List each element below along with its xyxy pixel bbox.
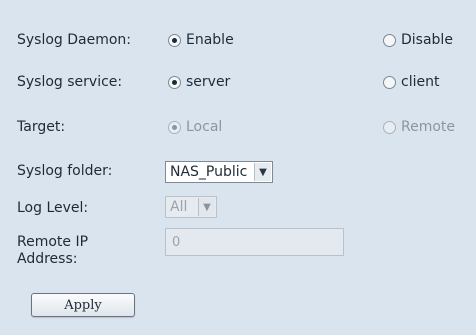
syslog-folder-label: Syslog folder: <box>17 163 113 179</box>
syslog-folder-select[interactable]: NAS_Public ▼ <box>165 161 273 183</box>
apply-button[interactable]: Apply <box>31 293 135 317</box>
syslog-service-client-label: client <box>401 74 440 90</box>
syslog-daemon-disable-label: Disable <box>401 32 453 48</box>
target-local-option[interactable]: Local <box>168 119 222 135</box>
log-level-select[interactable]: All ▼ <box>165 196 217 218</box>
target-remote-label: Remote <box>401 119 456 135</box>
target-remote-radio[interactable] <box>383 120 396 134</box>
syslog-daemon-enable-option[interactable]: Enable <box>168 32 234 48</box>
target-label: Target: <box>17 119 66 135</box>
syslog-daemon-label: Syslog Daemon: <box>17 32 132 48</box>
remote-ip-label: Remote IP Address: <box>17 234 88 268</box>
target-local-label: Local <box>186 119 223 135</box>
syslog-service-server-option[interactable]: server <box>168 74 230 90</box>
chevron-down-icon[interactable]: ▼ <box>198 198 215 216</box>
syslog-folder-value: NAS_Public <box>170 164 248 180</box>
remote-ip-input[interactable]: 0 <box>165 228 344 256</box>
chevron-down-icon[interactable]: ▼ <box>254 163 271 181</box>
syslog-service-client-radio[interactable] <box>383 75 396 89</box>
remote-ip-label-line2: Address: <box>17 251 78 267</box>
syslog-service-server-radio[interactable] <box>168 75 181 89</box>
syslog-daemon-enable-label: Enable <box>186 32 234 48</box>
remote-ip-label-line1: Remote IP <box>17 234 89 250</box>
target-remote-option[interactable]: Remote <box>383 119 455 135</box>
log-level-label: Log Level: <box>17 200 89 216</box>
syslog-service-server-label: server <box>186 74 231 90</box>
syslog-daemon-disable-option[interactable]: Disable <box>383 32 453 48</box>
target-local-radio[interactable] <box>168 120 181 134</box>
log-level-value: All <box>170 199 188 215</box>
syslog-daemon-disable-radio[interactable] <box>383 33 396 47</box>
syslog-service-label: Syslog service: <box>17 74 123 90</box>
syslog-service-client-option[interactable]: client <box>383 74 439 90</box>
syslog-daemon-enable-radio[interactable] <box>168 33 181 47</box>
